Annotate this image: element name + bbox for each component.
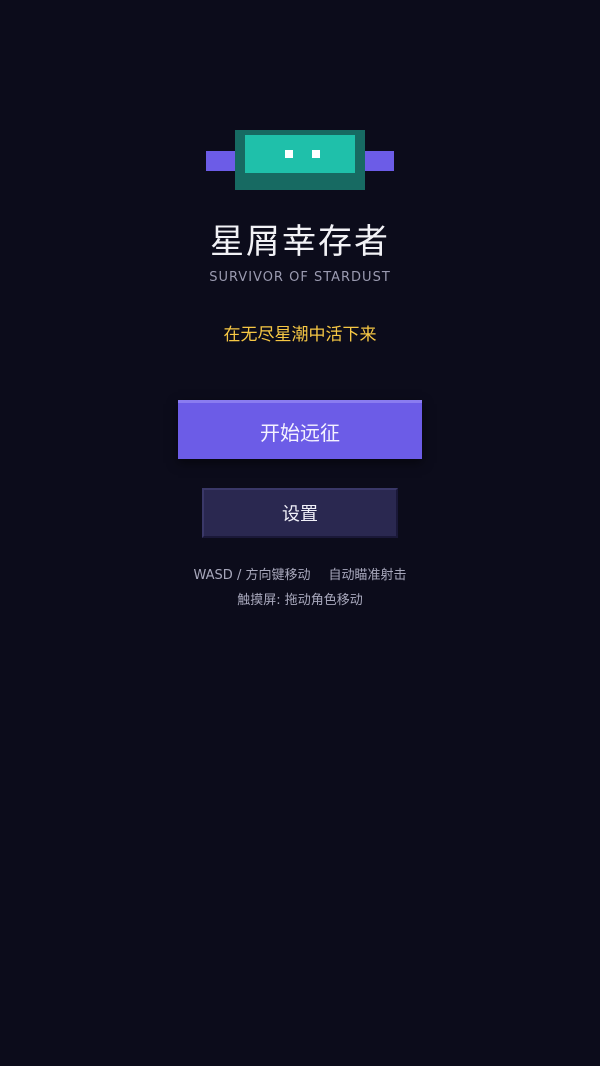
game-tagline: 在无尽星潮中活下来 <box>223 325 377 345</box>
game-title: 星屑幸存者 <box>210 222 390 262</box>
auto-fire-hint: 自动瞄准射击 <box>328 568 407 583</box>
controls-hint-touch: 触摸屏: 拖动角色移动 <box>237 593 363 608</box>
robot-face <box>245 135 355 173</box>
robot-left-wing <box>206 151 236 171</box>
game-subtitle: SURVIVOR OF STARDUST <box>209 270 391 285</box>
robot-right-eye <box>312 150 320 158</box>
robot-right-wing <box>364 151 394 171</box>
keyboard-move-hint: WASD / 方向键移动 <box>193 568 311 583</box>
controls-hint-keyboard: WASD / 方向键移动 自动瞄准射击 <box>0 567 600 585</box>
settings-button[interactable]: 设置 <box>202 488 398 538</box>
robot-head <box>235 130 365 190</box>
robot-left-eye <box>285 150 293 158</box>
pixel-robot-icon <box>206 130 394 192</box>
start-expedition-button[interactable]: 开始远征 <box>178 400 422 459</box>
